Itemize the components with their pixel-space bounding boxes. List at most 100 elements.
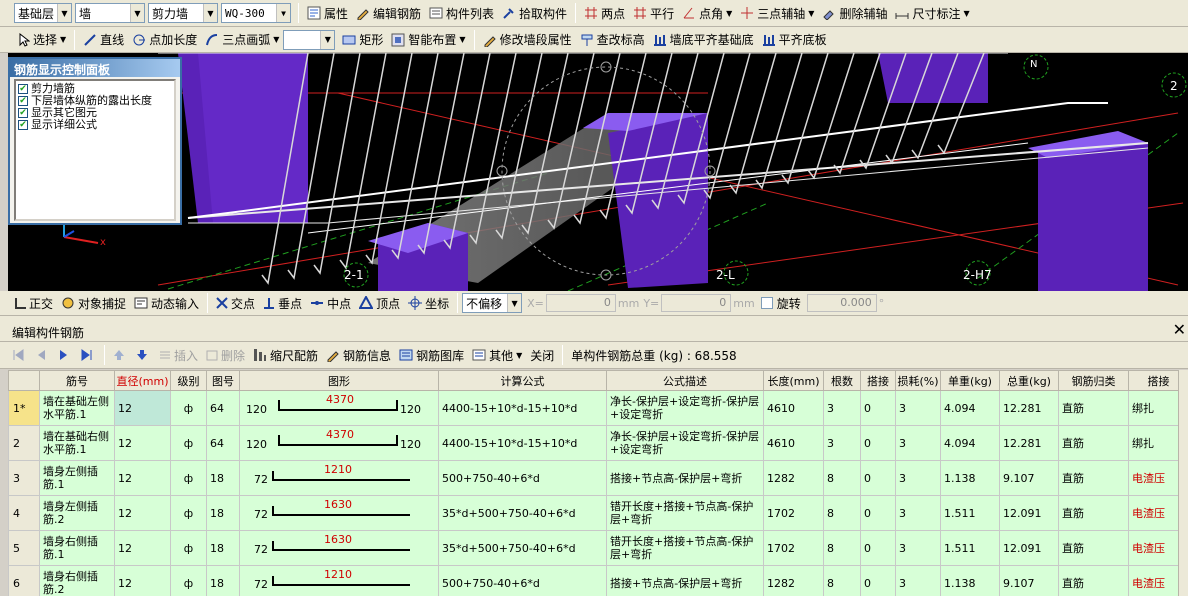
checkbox-icon[interactable]: ✔: [18, 108, 28, 118]
cell-len[interactable]: 1702: [763, 530, 824, 566]
cell-formula[interactable]: 4400-15+10*d-15+10*d: [438, 425, 607, 461]
cell-len[interactable]: 1282: [763, 565, 824, 596]
cell-desc[interactable]: 搭接+节点高-保护层+弯折: [606, 460, 764, 496]
move-down-button[interactable]: [132, 344, 155, 366]
col-header[interactable]: 图形: [239, 370, 439, 391]
cell-grade[interactable]: ф: [170, 390, 207, 426]
cell-cat[interactable]: 直筋: [1058, 425, 1129, 461]
cell-shape[interactable]: 120 4370 120: [239, 425, 439, 461]
cell-cnt[interactable]: 3: [823, 425, 861, 461]
dynamic-input-button[interactable]: 动态输入: [130, 292, 203, 314]
cell-rn[interactable]: 4: [8, 495, 40, 531]
coordinate-button[interactable]: 坐标: [404, 292, 453, 314]
cell-unit[interactable]: 4.094: [940, 390, 1000, 426]
cell-total[interactable]: 12.281: [999, 390, 1059, 426]
close-icon[interactable]: ✕: [1173, 320, 1186, 339]
col-header[interactable]: 筋号: [39, 370, 115, 391]
cell-cnt[interactable]: 8: [823, 460, 861, 496]
checkbox-icon[interactable]: ✔: [18, 84, 28, 94]
table-row[interactable]: 2 墙在基础右侧水平筋.1 12 ф 64 120 4370 120 4400-15+10*d-…: [8, 425, 1188, 461]
cell-unit[interactable]: 1.138: [940, 460, 1000, 496]
cell-cnt[interactable]: 8: [823, 495, 861, 531]
properties-button[interactable]: 属性: [303, 2, 352, 24]
cell-dia[interactable]: 12: [114, 565, 171, 596]
cell-name[interactable]: 墙身右侧插筋.1: [39, 530, 115, 566]
line-button[interactable]: 直线: [79, 29, 128, 51]
two-point-button[interactable]: 两点: [580, 2, 629, 24]
table-row[interactable]: 1* 墙在基础左侧水平筋.1 12 ф 64 120 4370 120 4400-15+10*d…: [8, 390, 1188, 426]
cell-lap[interactable]: 0: [860, 425, 896, 461]
cell-loss[interactable]: 3: [895, 390, 941, 426]
cell-grade[interactable]: ф: [170, 530, 207, 566]
cell-loss[interactable]: 3: [895, 530, 941, 566]
subtype-select[interactable]: 剪力墙 ▼: [148, 3, 218, 23]
cell-rn[interactable]: 6: [8, 565, 40, 596]
cell-shape[interactable]: 72 1210: [239, 565, 439, 596]
member-select[interactable]: WQ-300 ▼: [221, 3, 291, 23]
3d-viewport[interactable]: x 2-1 2-L 2-H7 2 N: [8, 53, 1188, 291]
cell-fig[interactable]: 18: [206, 495, 240, 531]
cell-cat[interactable]: 直筋: [1058, 495, 1129, 531]
floor-select[interactable]: 基础层 ▼: [14, 3, 72, 23]
col-header[interactable]: 钢筋归类: [1058, 370, 1129, 391]
cell-grade[interactable]: ф: [170, 565, 207, 596]
point-length-button[interactable]: 点加长度: [128, 29, 201, 51]
cell-unit[interactable]: 4.094: [940, 425, 1000, 461]
cell-cnt[interactable]: 8: [823, 530, 861, 566]
col-header[interactable]: 直径(mm): [114, 370, 171, 391]
three-point-arc-button[interactable]: 三点画弧 ▼: [201, 29, 283, 51]
option-show-formula[interactable]: ✔ 显示详细公式: [18, 119, 172, 131]
cell-shape[interactable]: 72 1630: [239, 495, 439, 531]
cell-shape[interactable]: 120 4370 120: [239, 390, 439, 426]
cell-desc[interactable]: 搭接+节点高-保护层+弯折: [606, 565, 764, 596]
cell-loss[interactable]: 3: [895, 425, 941, 461]
cell-shape[interactable]: 72 1630: [239, 530, 439, 566]
cell-cat[interactable]: 直筋: [1058, 390, 1129, 426]
perpendicular-button[interactable]: 垂点: [259, 292, 306, 314]
cell-desc[interactable]: 错开长度+搭接+节点高-保护层+弯折: [606, 495, 764, 531]
col-header[interactable]: 损耗(%): [895, 370, 941, 391]
cell-fig[interactable]: 18: [206, 565, 240, 596]
first-record-button[interactable]: [8, 344, 31, 366]
cell-formula[interactable]: 500+750-40+6*d: [438, 460, 607, 496]
cell-total[interactable]: 12.281: [999, 425, 1059, 461]
cell-shape[interactable]: 72 1210: [239, 460, 439, 496]
check-elevation-button[interactable]: 查改标高: [576, 29, 649, 51]
cell-fig[interactable]: 18: [206, 460, 240, 496]
table-row[interactable]: 4 墙身左侧插筋.2 12 ф 18 72 1630 35*d+500+750-40+6*d 错…: [8, 495, 1188, 531]
cell-formula[interactable]: 35*d+500+750-40+6*d: [438, 495, 607, 531]
insert-button[interactable]: 插入: [155, 344, 202, 366]
cell-unit[interactable]: 1.511: [940, 495, 1000, 531]
rotate-checkbox[interactable]: [760, 297, 773, 309]
cell-rn[interactable]: 1*: [8, 390, 40, 426]
cell-name[interactable]: 墙身右侧插筋.2: [39, 565, 115, 596]
pick-member-button[interactable]: 拾取构件: [498, 2, 571, 24]
scale-rebar-button[interactable]: 缩尺配筋: [249, 344, 322, 366]
col-header[interactable]: 长度(mm): [763, 370, 824, 391]
cell-lap[interactable]: 0: [860, 460, 896, 496]
cell-lap[interactable]: 0: [860, 390, 896, 426]
vertical-scrollbar[interactable]: [1178, 370, 1188, 596]
cell-cnt[interactable]: 3: [823, 390, 861, 426]
cell-dia[interactable]: 12: [114, 495, 171, 531]
cell-len[interactable]: 1702: [763, 495, 824, 531]
checkbox-icon[interactable]: ✔: [18, 96, 28, 106]
cell-cat[interactable]: 直筋: [1058, 530, 1129, 566]
cell-cnt[interactable]: 8: [823, 565, 861, 596]
select-button[interactable]: 选择 ▼: [14, 29, 70, 51]
cell-grade[interactable]: ф: [170, 495, 207, 531]
cell-name[interactable]: 墙身左侧插筋.2: [39, 495, 115, 531]
col-header[interactable]: 根数: [823, 370, 861, 391]
checkbox-icon[interactable]: ✔: [18, 120, 28, 130]
cell-loss[interactable]: 3: [895, 460, 941, 496]
type-select[interactable]: 墙 ▼: [75, 3, 145, 23]
rectangle-button[interactable]: 矩形: [338, 29, 387, 51]
col-header[interactable]: 搭接: [860, 370, 896, 391]
x-input[interactable]: 0: [545, 294, 616, 312]
cell-cat[interactable]: 直筋: [1058, 460, 1129, 496]
smart-layout-button[interactable]: 智能布置 ▼: [387, 29, 469, 51]
align-foundation-button[interactable]: 墙底平齐基础底: [649, 29, 758, 51]
col-header[interactable]: 图号: [206, 370, 240, 391]
close-editor-button[interactable]: 关闭: [526, 344, 558, 366]
cell-grade[interactable]: ф: [170, 425, 207, 461]
